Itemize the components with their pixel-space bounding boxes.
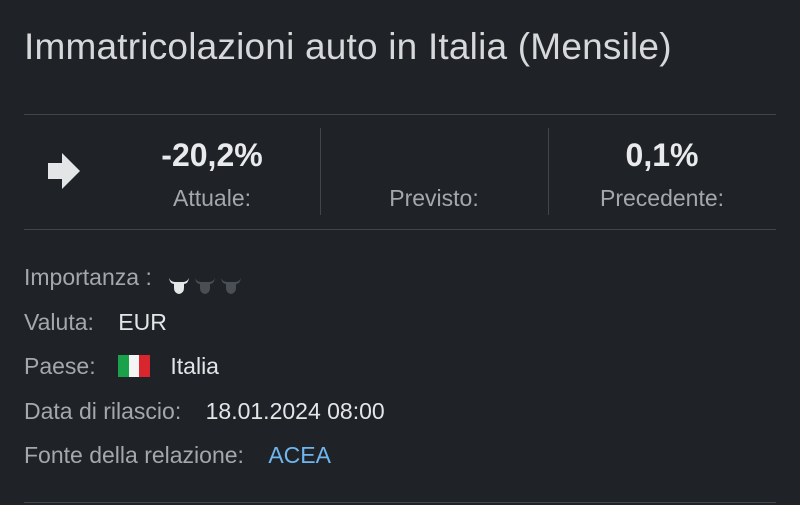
source-label: Fonte della relazione: — [24, 442, 244, 468]
stat-previous: 0,1% Precedente: — [548, 115, 776, 229]
bull-icon — [195, 277, 216, 294]
divider-bottom — [24, 502, 776, 503]
source-link[interactable]: ACEA — [268, 442, 331, 468]
release-label: Data di rilascio: — [24, 398, 182, 424]
currency-label: Valuta: — [24, 309, 94, 335]
actual-value: -20,2% — [161, 137, 263, 173]
arrow-right-icon — [48, 153, 80, 189]
stats-panel: -20,2% Attuale: Previsto: 0,1% Precedent… — [24, 115, 776, 229]
stat-forecast: Previsto: — [320, 115, 548, 229]
page-title: Immatricolazioni auto in Italia (Mensile… — [24, 26, 672, 67]
release-date-row: Data di rilascio: 18.01.2024 08:00 — [24, 396, 385, 426]
bull-icon — [169, 277, 190, 294]
actual-label: Attuale: — [173, 185, 251, 211]
previous-label: Precedente: — [599, 185, 725, 211]
stat-actual: -20,2% Attuale: — [104, 115, 320, 229]
importance-label: Importanza : — [24, 264, 152, 290]
forecast-label: Previsto: — [389, 185, 479, 211]
importance-row: Importanza : — [24, 262, 246, 294]
bull-icon — [221, 277, 242, 294]
country-value: Italia — [170, 353, 219, 379]
currency-row: Valuta: EUR — [24, 307, 167, 337]
italy-flag-icon — [118, 354, 150, 377]
divider-middle — [24, 229, 776, 230]
country-label: Paese: — [24, 353, 96, 379]
importance-rating — [168, 268, 246, 294]
release-value: 18.01.2024 08:00 — [205, 398, 385, 424]
country-row: Paese: Italia — [24, 351, 219, 381]
previous-value: 0,1% — [625, 137, 699, 173]
currency-value: EUR — [118, 309, 167, 335]
source-row: Fonte della relazione: ACEA — [24, 440, 331, 470]
